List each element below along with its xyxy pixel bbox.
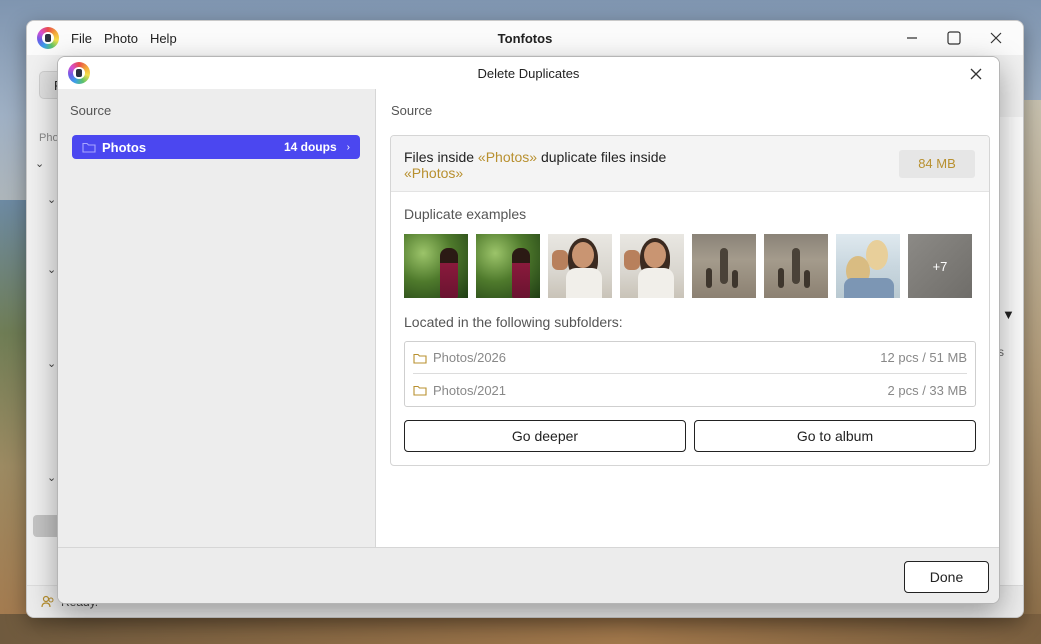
thumbnail-image[interactable] [476,234,540,298]
chevron-down-icon[interactable]: ⌄ [35,157,44,170]
go-deeper-button[interactable]: Go deeper [404,420,686,452]
subfolder-row[interactable]: Photos/2026 12 pcs / 51 MB [413,342,967,374]
source-item-photos[interactable]: Photos 14 doups › [72,135,360,159]
app-right-panel: ▼ s [997,117,1023,587]
chevron-down-icon[interactable]: ⌄ [47,193,56,206]
summary-middle: duplicate files inside [537,149,667,165]
dialog-titlebar: Delete Duplicates [58,57,999,89]
dialog-title: Delete Duplicates [477,66,580,81]
chevron-down-icon[interactable]: ⌄ [47,263,56,276]
minimize-icon [907,37,917,39]
close-icon [990,32,1002,44]
desktop-wallpaper-bottom [0,614,1041,644]
menu-help[interactable]: Help [150,31,177,46]
more-thumbnails-tile[interactable]: +7 [908,234,972,298]
source-detail-heading: Source [391,103,433,118]
menu-file[interactable]: File [71,31,92,46]
go-to-album-button[interactable]: Go to album [694,420,976,452]
subfolder-list: Photos/2026 12 pcs / 51 MB Photos/2021 2… [404,341,976,407]
summary-source-name[interactable]: «Photos» [478,149,537,165]
sidebar-label: Pho [39,132,59,144]
app-titlebar: File Photo Help Tonfotos [27,21,1023,55]
subfolder-row[interactable]: Photos/2021 2 pcs / 33 MB [413,374,967,406]
folder-icon [413,352,427,364]
summary-header: Files inside «Photos» duplicate files in… [391,136,989,192]
thumbnail-image[interactable] [692,234,756,298]
source-item-name: Photos [102,139,147,155]
chevron-down-icon[interactable]: ⌄ [47,471,56,484]
menu-photo[interactable]: Photo [104,31,138,46]
thumbnail-image[interactable] [404,234,468,298]
dialog-close-button[interactable] [965,63,987,85]
thumbnail-image[interactable] [764,234,828,298]
dialog-footer: Done [58,547,999,603]
source-list-heading: Source [70,103,112,118]
tonfotos-logo-icon [37,27,59,49]
close-window-button[interactable] [975,21,1017,55]
delete-duplicates-dialog: Delete Duplicates Source Photos 14 doups… [57,56,1000,604]
done-button[interactable]: Done [904,561,989,593]
summary-prefix: Files inside [404,149,478,165]
close-icon [970,68,982,80]
folder-icon [82,141,96,153]
subfolder-info: 12 pcs / 51 MB [880,350,967,365]
chevron-right-icon: › [346,141,350,153]
duplicate-thumbnails: +7 [404,234,972,298]
minimize-button[interactable] [891,21,933,55]
maximize-button[interactable] [933,21,975,55]
window-controls [891,21,1017,55]
source-detail-panel: Source Files inside «Photos» duplicate f… [376,89,999,547]
people-icon [41,595,54,607]
maximize-icon [947,31,961,45]
thumbnail-image[interactable] [836,234,900,298]
thumbnail-image[interactable] [548,234,612,298]
desktop-wallpaper-right [1023,100,1041,644]
subfolder-path: Photos/2026 [433,350,507,365]
menubar: File Photo Help [71,31,177,46]
duplicate-summary-card: Files inside «Photos» duplicate files in… [390,135,990,466]
folder-icon [413,384,427,396]
dropdown-arrow-icon[interactable]: ▼ [1002,307,1015,322]
size-badge: 84 MB [899,150,975,178]
subfolder-info: 2 pcs / 33 MB [887,382,967,398]
source-item-count: 14 doups [283,140,337,154]
subfolders-label: Located in the following subfolders: [404,314,623,330]
thumbnail-image[interactable] [620,234,684,298]
chevron-down-icon[interactable]: ⌄ [47,357,56,370]
subfolder-path: Photos/2021 [433,382,507,398]
duplicate-examples-label: Duplicate examples [404,206,527,222]
source-list-panel: Source Photos 14 doups › [58,89,376,547]
